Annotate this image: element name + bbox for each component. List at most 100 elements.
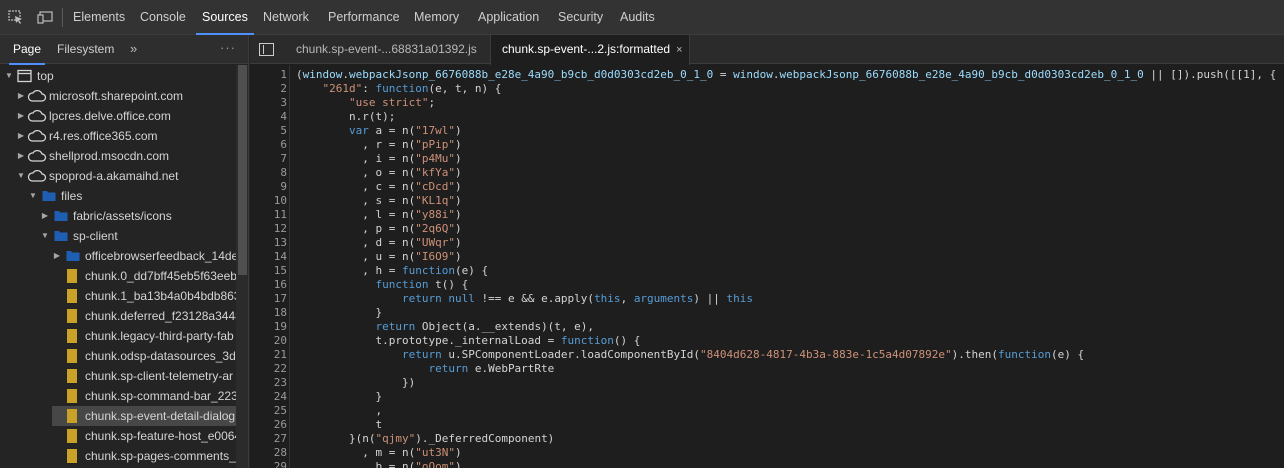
code-line[interactable]: return null !== e && e.apply(this, argum… — [296, 292, 753, 306]
code-line[interactable]: , r = n("pPip") — [296, 138, 461, 152]
code-line[interactable]: var a = n("17wl") — [296, 124, 462, 138]
line-number[interactable]: 29 — [251, 460, 287, 468]
editor-tab-formatted[interactable]: chunk.sp-event-...2.js:formatted × — [490, 35, 690, 65]
tree-file-item[interactable]: chunk.sp-pages-comments_ — [0, 446, 236, 466]
tree-folder-item[interactable]: ▶ microsoft.sharepoint.com — [0, 86, 236, 106]
line-number[interactable]: 16 — [251, 278, 287, 292]
tree-folder-item[interactable]: ▼ top — [0, 66, 236, 86]
code-line[interactable]: t — [296, 418, 382, 432]
line-number[interactable]: 4 — [251, 110, 287, 124]
tab-page[interactable]: Page — [8, 35, 46, 65]
toggle-navigator-icon[interactable] — [259, 43, 274, 56]
line-number[interactable]: 1 — [251, 68, 287, 82]
line-number[interactable]: 3 — [251, 96, 287, 110]
tree-file-item[interactable]: chunk.sp-event-detail-dialog — [52, 406, 236, 426]
navigator-menu-icon[interactable]: ··· — [220, 35, 236, 64]
line-number[interactable]: 18 — [251, 306, 287, 320]
close-icon[interactable]: × — [676, 44, 682, 56]
code-line[interactable]: return e.WebPartRte — [296, 362, 554, 376]
tree-folder-item[interactable]: ▶ r4.res.office365.com — [0, 126, 236, 146]
code-line[interactable]: , p = n("2q6Q") — [296, 222, 461, 236]
line-number[interactable]: 14 — [251, 250, 287, 264]
tab-application[interactable]: Application — [478, 0, 539, 35]
expanded-arrow-icon[interactable]: ▼ — [40, 226, 50, 246]
line-number[interactable]: 2 — [251, 82, 287, 96]
code-line[interactable]: t.prototype._internalLoad = function() { — [296, 334, 640, 348]
code-line[interactable]: } — [296, 306, 382, 320]
line-number[interactable]: 13 — [251, 236, 287, 250]
tree-file-item[interactable]: chunk.sp-client-telemetry-ar — [0, 366, 236, 386]
line-number[interactable]: 15 — [251, 264, 287, 278]
collapsed-arrow-icon[interactable]: ▶ — [16, 86, 26, 106]
tab-memory[interactable]: Memory — [414, 0, 459, 35]
code-line[interactable]: , — [296, 404, 382, 418]
line-number[interactable]: 20 — [251, 334, 287, 348]
line-number[interactable]: 24 — [251, 390, 287, 404]
expanded-arrow-icon[interactable]: ▼ — [16, 166, 26, 186]
more-tabs-icon[interactable]: » — [130, 35, 137, 64]
line-number[interactable]: 27 — [251, 432, 287, 446]
code-line[interactable]: , u = n("I6O9") — [296, 250, 461, 264]
code-line[interactable]: , b = n("oQom") — [296, 460, 461, 468]
tree-folder-item[interactable]: ▼ sp-client — [0, 226, 236, 246]
code-line[interactable]: , h = function(e) { — [296, 264, 488, 278]
line-number[interactable]: 23 — [251, 376, 287, 390]
tab-elements[interactable]: Elements — [73, 0, 125, 35]
code-line[interactable]: n.r(t); — [296, 110, 395, 124]
code-line[interactable]: }(n("qjmy")._DeferredComponent) — [296, 432, 554, 446]
tree-folder-item[interactable]: ▶ shellprod.msocdn.com — [0, 146, 236, 166]
code-line[interactable]: , c = n("cDcd") — [296, 180, 461, 194]
tab-performance[interactable]: Performance — [328, 0, 400, 35]
line-number[interactable]: 12 — [251, 222, 287, 236]
code-line[interactable]: "261d": function(e, t, n) { — [296, 82, 502, 96]
line-number[interactable]: 17 — [251, 292, 287, 306]
collapsed-arrow-icon[interactable]: ▶ — [16, 146, 26, 166]
tree-folder-item[interactable]: ▶ lpcres.delve.office.com — [0, 106, 236, 126]
code-line[interactable]: return Object(a.__extends)(t, e), — [296, 320, 594, 334]
tree-folder-item[interactable]: ▶ officebrowserfeedback_14de — [0, 246, 238, 266]
line-number[interactable]: 6 — [251, 138, 287, 152]
line-number[interactable]: 22 — [251, 362, 287, 376]
code-line[interactable]: } — [296, 390, 382, 404]
code-line[interactable]: }) — [296, 376, 415, 390]
code-line[interactable]: "use strict"; — [296, 96, 435, 110]
collapsed-arrow-icon[interactable]: ▶ — [16, 106, 26, 126]
code-line[interactable]: , m = n("ut3N") — [296, 446, 461, 460]
tree-folder-item[interactable]: ▼ files — [0, 186, 236, 206]
code-line[interactable]: , d = n("UWqr") — [296, 236, 461, 250]
tab-filesystem[interactable]: Filesystem — [57, 35, 114, 64]
tab-security[interactable]: Security — [558, 0, 603, 35]
line-number[interactable]: 25 — [251, 404, 287, 418]
collapsed-arrow-icon[interactable]: ▶ — [52, 246, 62, 266]
code-line[interactable]: (window.webpackJsonp_6676088b_e28e_4a90_… — [296, 68, 1276, 82]
line-number[interactable]: 9 — [251, 180, 287, 194]
tree-file-item[interactable]: chunk.0_dd7bff45eb5f63eeb — [0, 266, 237, 286]
device-toolbar-icon[interactable] — [37, 10, 53, 25]
tree-folder-item[interactable]: ▼ spoprod-a.akamaihd.net — [0, 166, 236, 186]
code-line[interactable]: , s = n("KL1q") — [296, 194, 461, 208]
expanded-arrow-icon[interactable]: ▼ — [4, 66, 14, 86]
code-view[interactable]: 1 2 3 4 5 6 7 8 9 10 11 12 13 14 15 16 17 18 19 20 21 22 23 24 2… — [250, 65, 1284, 468]
line-number-gutter[interactable]: 1 2 3 4 5 6 7 8 9 10 11 12 13 14 15 16 17 18 19 20 21 22 23 24 2… — [250, 65, 290, 468]
tab-network[interactable]: Network — [263, 0, 309, 35]
tree-file-item[interactable]: chunk.legacy-third-party-fab — [0, 326, 236, 346]
line-number[interactable]: 19 — [251, 320, 287, 334]
collapsed-arrow-icon[interactable]: ▶ — [40, 206, 50, 226]
line-number[interactable]: 28 — [251, 446, 287, 460]
navigator-scrollbar-thumb[interactable] — [238, 65, 247, 275]
collapsed-arrow-icon[interactable]: ▶ — [16, 126, 26, 146]
expanded-arrow-icon[interactable]: ▼ — [28, 186, 38, 206]
inspect-element-icon[interactable] — [8, 10, 24, 25]
tree-file-item[interactable]: chunk.odsp-datasources_3d5 — [0, 346, 242, 366]
line-number[interactable]: 5 — [251, 124, 287, 138]
tab-console[interactable]: Console — [140, 0, 186, 35]
tab-sources[interactable]: Sources — [196, 0, 254, 35]
tree-file-item[interactable]: chunk.sp-command-bar_223 — [0, 386, 238, 406]
editor-tab-original[interactable]: chunk.sp-event-...68831a01392.js — [296, 35, 477, 64]
code-line[interactable]: return u.SPComponentLoader.loadComponent… — [296, 348, 1084, 362]
line-number[interactable]: 7 — [251, 152, 287, 166]
tree-file-item[interactable]: chunk.deferred_f23128a3448 — [0, 306, 242, 326]
tree-file-item[interactable]: chunk.sp-feature-host_e0064 — [0, 426, 241, 446]
line-number[interactable]: 8 — [251, 166, 287, 180]
code-line[interactable]: , o = n("kfYa") — [296, 166, 461, 180]
